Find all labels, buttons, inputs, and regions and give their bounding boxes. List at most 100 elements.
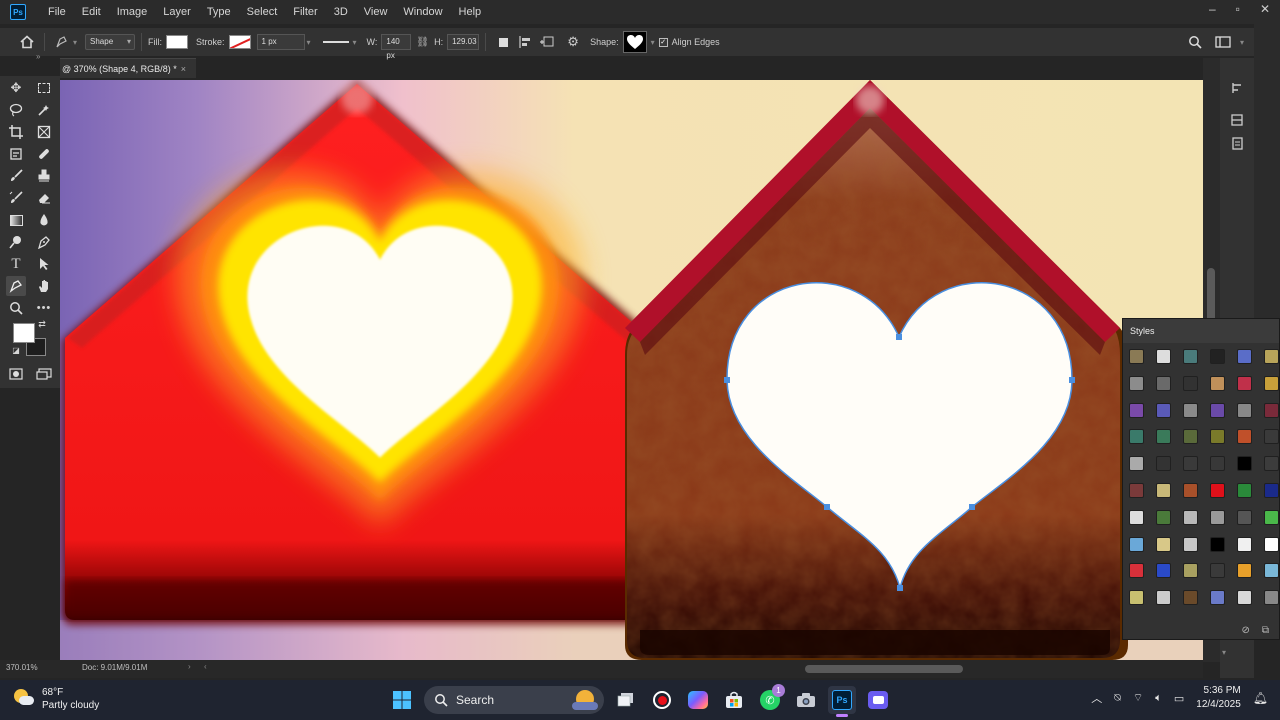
minimize-icon[interactable]: – [1209, 2, 1216, 16]
width-field[interactable]: 140 px [381, 34, 412, 60]
style-swatch[interactable] [1237, 456, 1252, 472]
default-colors-icon[interactable]: ◪ [10, 344, 22, 356]
style-swatch[interactable] [1210, 536, 1225, 552]
style-swatch[interactable] [1237, 483, 1252, 498]
align-edges-checkbox[interactable]: ✓ [658, 37, 668, 47]
store-button[interactable] [720, 686, 748, 714]
close-tab-icon[interactable]: × [181, 64, 186, 74]
more-tools-icon[interactable]: ••• [34, 298, 54, 318]
style-swatch[interactable] [1183, 590, 1198, 606]
volume-icon[interactable]: 🔈︎ [1155, 692, 1162, 705]
style-swatch[interactable] [1264, 536, 1279, 552]
style-swatch[interactable] [1129, 483, 1144, 498]
collapse-dock-icon[interactable]: ▾ [1222, 648, 1226, 657]
workspace-icon[interactable] [1212, 31, 1234, 53]
menu-image[interactable]: Image [109, 0, 156, 24]
clone-stamp-tool-icon[interactable] [34, 166, 54, 186]
notification-bell-icon[interactable]: 🔔︎ [1253, 691, 1268, 705]
style-swatch[interactable] [1129, 349, 1144, 364]
style-swatch[interactable] [1156, 349, 1171, 364]
style-swatch[interactable] [1210, 483, 1225, 498]
document-canvas[interactable] [60, 80, 1203, 660]
anchor-point[interactable] [897, 585, 903, 591]
tool-mode-select[interactable]: Shape [85, 34, 136, 50]
style-swatch[interactable] [1264, 563, 1279, 579]
horizontal-scrollbar-thumb[interactable] [805, 665, 963, 673]
style-swatch[interactable] [1156, 429, 1171, 445]
style-swatch[interactable] [1210, 429, 1225, 445]
style-swatch[interactable] [1156, 375, 1171, 391]
style-swatch[interactable] [1156, 483, 1171, 498]
chevron-up-icon[interactable]: ︿ [1091, 690, 1102, 706]
style-swatch[interactable] [1156, 402, 1171, 418]
libraries-icon[interactable] [1229, 136, 1245, 152]
custom-shape-tool-icon[interactable] [6, 276, 26, 296]
taskbar-search-box[interactable]: Search [424, 686, 604, 714]
stroke-width-field[interactable]: 1 px [256, 34, 305, 50]
eraser-tool-icon[interactable] [34, 188, 54, 208]
path-arrangement-icon[interactable] [536, 31, 558, 53]
menu-select[interactable]: Select [239, 0, 286, 24]
style-swatch[interactable] [1183, 349, 1198, 364]
style-swatch[interactable] [1183, 456, 1198, 472]
workspace-chevron-icon[interactable]: ▾ [1240, 38, 1244, 47]
anchor-point[interactable] [824, 504, 830, 510]
path-selection-tool-icon[interactable] [34, 254, 54, 274]
healing-brush-tool-icon[interactable] [34, 144, 54, 164]
stroke-type-select[interactable]: ▾ [317, 28, 361, 56]
style-swatch[interactable] [1210, 509, 1225, 525]
shape-picker[interactable] [622, 31, 647, 53]
properties-icon[interactable] [1229, 80, 1245, 96]
style-swatch[interactable] [1129, 402, 1144, 418]
style-swatch[interactable] [1210, 402, 1225, 418]
move-tool-icon[interactable]: ✥ [6, 78, 26, 98]
close-window-icon[interactable]: ✕ [1260, 2, 1270, 16]
link-icon[interactable]: ⛓ [416, 37, 429, 48]
style-swatch[interactable] [1237, 402, 1252, 418]
style-swatch[interactable] [1264, 590, 1279, 606]
crop-tool-icon[interactable] [6, 122, 26, 142]
chevron-down-icon[interactable]: ▾ [73, 38, 77, 47]
camera-button[interactable] [792, 686, 820, 714]
copilot-button[interactable] [684, 686, 712, 714]
style-swatch[interactable] [1264, 429, 1279, 445]
style-swatch[interactable] [1156, 536, 1171, 552]
screen-mode-icon[interactable] [34, 364, 54, 384]
style-swatch[interactable] [1129, 375, 1144, 391]
document-size-info[interactable]: Doc: 9.01M/9.01M [82, 663, 147, 672]
style-swatch[interactable] [1237, 590, 1252, 606]
collapse-toolbar-icon[interactable]: » [36, 52, 40, 61]
pen-tool-icon[interactable] [34, 232, 54, 252]
quick-mask-icon[interactable] [6, 364, 26, 384]
style-swatch[interactable] [1183, 429, 1198, 445]
new-style-icon[interactable]: ⧉ [1262, 625, 1269, 636]
notifications-off-icon[interactable]: ⍉ [1114, 692, 1121, 705]
style-swatch[interactable] [1264, 375, 1279, 391]
chat-app-button[interactable] [864, 686, 892, 714]
stroke-swatch[interactable] [228, 35, 251, 49]
foreground-color-swatch[interactable] [13, 323, 35, 343]
style-swatch[interactable] [1237, 563, 1252, 579]
hand-tool-icon[interactable] [34, 276, 54, 296]
style-swatch[interactable] [1129, 563, 1144, 579]
style-swatch[interactable] [1183, 402, 1198, 418]
wifi-icon[interactable]: ⌔ [1133, 691, 1143, 705]
style-swatch[interactable] [1264, 509, 1279, 525]
menu-view[interactable]: View [356, 0, 396, 24]
style-swatch[interactable] [1237, 536, 1252, 552]
style-swatch[interactable] [1183, 375, 1198, 391]
search-icon[interactable] [1184, 31, 1206, 53]
weather-widget[interactable]: 68°F Partly cloudy [14, 686, 99, 712]
menu-file[interactable]: File [40, 0, 74, 24]
style-swatch[interactable] [1129, 456, 1144, 472]
style-swatch[interactable] [1237, 349, 1252, 364]
tab-document[interactable]: @ 370% (Shape 4, RGB/8) * × [60, 58, 196, 78]
photoshop-taskbar-button[interactable]: Ps [828, 686, 856, 717]
menu-layer[interactable]: Layer [155, 0, 199, 24]
zoom-level-field[interactable]: 370.01% [0, 663, 46, 672]
menu-help[interactable]: Help [451, 0, 490, 24]
style-swatch[interactable] [1183, 536, 1198, 552]
marquee-tool-icon[interactable] [34, 78, 54, 98]
style-swatch[interactable] [1237, 509, 1252, 525]
style-swatch[interactable] [1156, 509, 1171, 525]
